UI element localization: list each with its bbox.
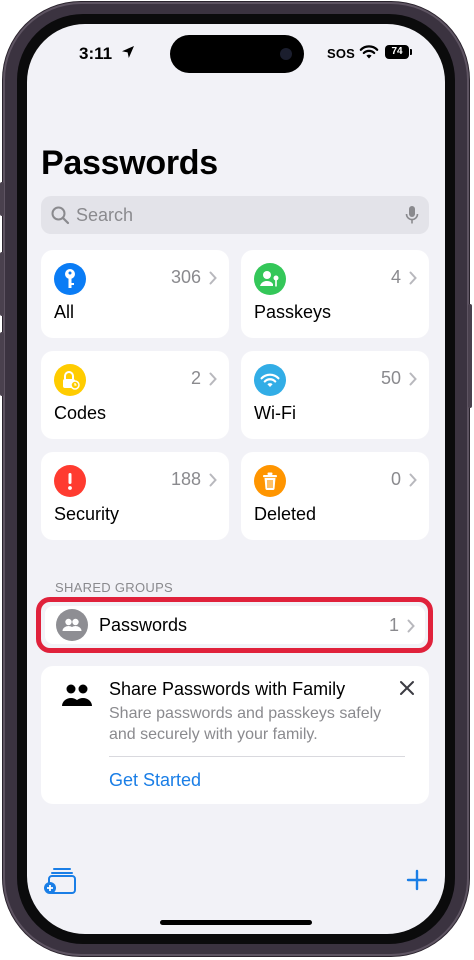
page-title: Passwords bbox=[41, 144, 218, 182]
status-time: 3:11 bbox=[79, 44, 113, 63]
category-count: 2 bbox=[190, 368, 201, 388]
promo-description: Share passwords and passkeys safely and … bbox=[109, 705, 382, 743]
battery-indicator: 74 bbox=[385, 45, 412, 59]
chevron-right-icon bbox=[409, 372, 417, 386]
get-started-button[interactable]: Get Started bbox=[109, 770, 201, 791]
sos-indicator: SOS bbox=[327, 46, 356, 61]
category-tile-passkeys[interactable]: 4 Passkeys bbox=[241, 250, 429, 338]
category-tile-all[interactable]: 306 All bbox=[41, 250, 229, 338]
dynamic-island bbox=[170, 35, 304, 73]
phone-frame: 3:11 SOS 74 Passwords Search 306 All 4 P… bbox=[0, 2, 472, 956]
key-icon bbox=[54, 263, 86, 295]
category-tile-security[interactable]: 188 Security bbox=[41, 452, 229, 540]
chevron-right-icon bbox=[209, 473, 217, 487]
shared-groups-header: SHARED GROUPS bbox=[55, 580, 174, 595]
lock-clock-icon bbox=[54, 364, 86, 396]
category-count: 0 bbox=[390, 469, 401, 489]
search-input[interactable]: Search bbox=[41, 196, 429, 234]
wifi-status-icon bbox=[359, 45, 379, 59]
home-indicator bbox=[160, 920, 312, 925]
category-label: Wi-Fi bbox=[254, 403, 296, 423]
location-arrow-icon bbox=[122, 46, 134, 58]
category-tile-codes[interactable]: 2 Codes bbox=[41, 351, 229, 439]
camera-icon bbox=[280, 48, 292, 60]
phone-bezel: 3:11 SOS 74 Passwords Search 306 All 4 P… bbox=[17, 14, 455, 944]
category-label: All bbox=[54, 302, 75, 322]
microphone-icon[interactable] bbox=[405, 205, 419, 225]
power-button bbox=[468, 304, 472, 408]
close-icon[interactable] bbox=[399, 680, 415, 696]
search-placeholder: Search bbox=[76, 205, 134, 225]
divider bbox=[109, 756, 405, 757]
family-icon bbox=[62, 684, 92, 706]
volume-down-button bbox=[0, 332, 4, 396]
category-label: Deleted bbox=[254, 504, 317, 524]
trash-icon bbox=[254, 465, 286, 497]
action-button bbox=[0, 182, 4, 216]
chevron-right-icon bbox=[409, 271, 417, 285]
category-label: Security bbox=[54, 504, 120, 524]
promo-title: Share Passwords with Family bbox=[109, 679, 346, 699]
category-tile-deleted[interactable]: 0 Deleted bbox=[241, 452, 429, 540]
category-count: 50 bbox=[380, 368, 401, 388]
category-tile-wifi[interactable]: 50 Wi-Fi bbox=[241, 351, 429, 439]
search-icon bbox=[51, 206, 70, 225]
category-label: Codes bbox=[54, 403, 107, 423]
highlight-outline bbox=[36, 597, 433, 653]
chevron-right-icon bbox=[409, 473, 417, 487]
chevron-right-icon bbox=[209, 271, 217, 285]
add-icon[interactable] bbox=[405, 868, 429, 892]
category-label: Passkeys bbox=[254, 302, 332, 322]
category-count: 4 bbox=[390, 267, 401, 287]
person-key-icon bbox=[254, 263, 286, 295]
wifi-icon bbox=[254, 364, 286, 396]
chevron-right-icon bbox=[209, 372, 217, 386]
category-count: 306 bbox=[170, 267, 201, 287]
volume-up-button bbox=[0, 252, 4, 316]
screen: 3:11 SOS 74 Passwords Search 306 All 4 P… bbox=[27, 24, 445, 934]
new-group-icon[interactable] bbox=[44, 864, 76, 896]
exclamation-icon bbox=[54, 465, 86, 497]
category-count: 188 bbox=[170, 469, 201, 489]
share-family-card: Share Passwords with Family Share passwo… bbox=[41, 666, 429, 804]
